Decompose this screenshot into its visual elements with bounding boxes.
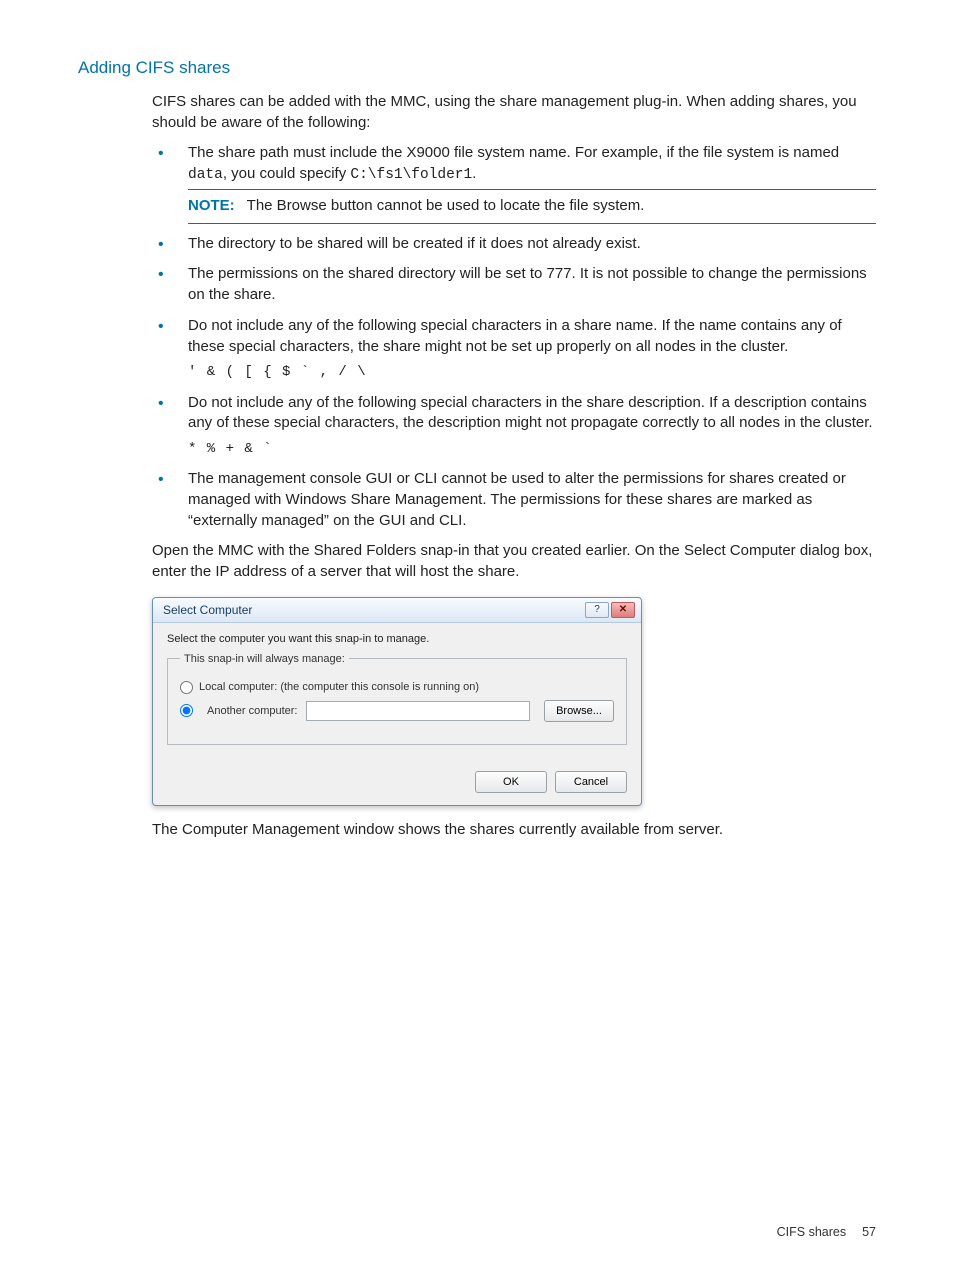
bullet-item: Do not include any of the following spec… <box>152 316 876 383</box>
titlebar-buttons: ? ✕ <box>585 602 635 618</box>
bullet-text-post: . <box>472 165 476 182</box>
section-body: CIFS shares can be added with the MMC, u… <box>152 92 876 840</box>
cancel-button[interactable]: Cancel <box>555 771 627 793</box>
radio-another-row: Another computer: Browse... <box>180 700 614 722</box>
ok-button[interactable]: OK <box>475 771 547 793</box>
mono-text: C:\fs1\folder1 <box>350 167 472 183</box>
intro-paragraph: CIFS shares can be added with the MMC, u… <box>152 92 876 133</box>
code-line: * % + & ` <box>188 440 876 459</box>
bullet-text-pre: The share path must include the X9000 fi… <box>188 144 839 161</box>
dialog-title: Select Computer <box>163 603 252 617</box>
group-legend: This snap-in will always manage: <box>180 653 349 665</box>
note-label: NOTE: <box>188 197 235 214</box>
bullet-item: The management console GUI or CLI cannot… <box>152 469 876 531</box>
close-icon[interactable]: ✕ <box>611 602 635 618</box>
bullet-text-mid: , you could specify <box>223 165 351 182</box>
radio-group: This snap-in will always manage: Local c… <box>167 653 627 745</box>
dialog-screenshot: Select Computer ? ✕ Select the computer … <box>152 597 876 806</box>
bullet-list: The share path must include the X9000 fi… <box>152 143 876 531</box>
select-computer-dialog: Select Computer ? ✕ Select the computer … <box>152 597 642 806</box>
code-line: ' & ( [ { $ ` , / \ <box>188 363 876 382</box>
radio-local-label: Local computer: (the computer this conso… <box>199 681 479 693</box>
radio-local[interactable] <box>180 681 193 694</box>
help-icon[interactable]: ? <box>585 602 609 618</box>
bullet-item: The directory to be shared will be creat… <box>152 234 876 255</box>
bullet-item: The share path must include the X9000 fi… <box>152 143 876 223</box>
note-text: The Browse button cannot be used to loca… <box>247 197 645 214</box>
computer-input[interactable] <box>306 701 531 721</box>
bullet-item: The permissions on the shared directory … <box>152 264 876 305</box>
page-footer: CIFS shares 57 <box>777 1225 876 1239</box>
paragraph: The Computer Management window shows the… <box>152 820 876 841</box>
dialog-instruction: Select the computer you want this snap-i… <box>167 633 627 645</box>
radio-another-label: Another computer: <box>207 705 298 717</box>
dialog-body: Select the computer you want this snap-i… <box>153 623 641 763</box>
note-box: NOTE: The Browse button cannot be used to… <box>188 189 876 224</box>
mono-text: data <box>188 167 223 183</box>
dialog-titlebar: Select Computer ? ✕ <box>153 598 641 623</box>
radio-local-row: Local computer: (the computer this conso… <box>180 681 614 694</box>
browse-button[interactable]: Browse... <box>544 700 614 722</box>
page-number: 57 <box>862 1225 876 1239</box>
radio-another[interactable] <box>180 704 193 717</box>
dialog-footer: OK Cancel <box>153 763 641 805</box>
paragraph: Open the MMC with the Shared Folders sna… <box>152 541 876 582</box>
section-heading: Adding CIFS shares <box>78 58 876 78</box>
footer-section: CIFS shares <box>777 1225 846 1239</box>
bullet-item: Do not include any of the following spec… <box>152 393 876 460</box>
bullet-text: Do not include any of the following spec… <box>188 394 873 432</box>
bullet-text: Do not include any of the following spec… <box>188 317 842 355</box>
